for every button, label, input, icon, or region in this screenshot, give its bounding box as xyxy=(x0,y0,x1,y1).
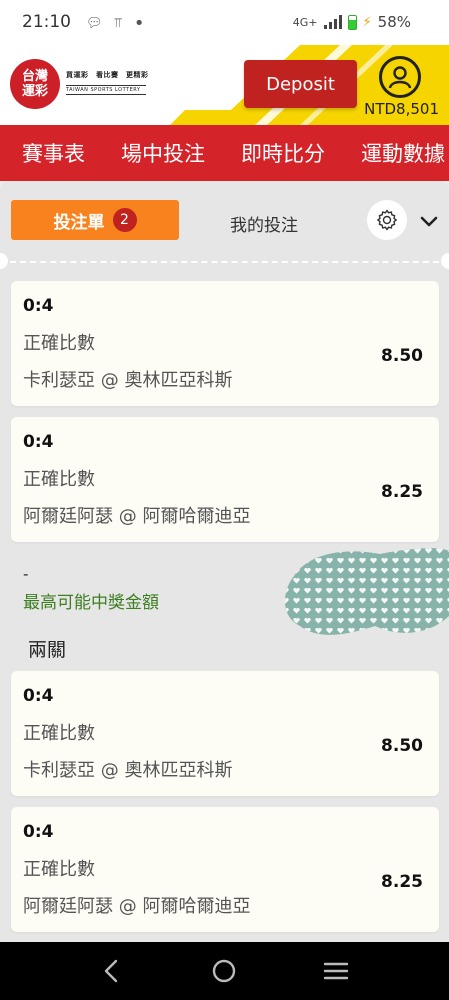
parlay-bet-card[interactable]: 0:4 正確比數 卡利瑟亞 @ 奧林匹亞科斯 8.50 xyxy=(11,671,439,796)
decorative-heart-pattern xyxy=(284,548,449,635)
bet-selection: 0:4 xyxy=(23,686,54,706)
bet-match: 阿爾廷阿瑟 @ 阿爾哈爾迪亞 xyxy=(23,506,251,527)
bet-odds: 8.50 xyxy=(381,346,423,366)
max-payout-value: - xyxy=(23,565,29,583)
brand-logo[interactable]: 台灣 運彩 xyxy=(10,59,60,109)
logo-text-2: 運彩 xyxy=(21,84,48,99)
home-icon[interactable] xyxy=(211,958,237,984)
bet-match: 卡利瑟亞 @ 奧林匹亞科斯 xyxy=(23,760,233,781)
bet-odds: 8.25 xyxy=(381,872,423,892)
chat-bubble-icon: 💬︎ xyxy=(86,16,103,31)
logo-slogan: 買運彩 看比賽 更精彩 xyxy=(66,71,149,79)
bet-selection: 0:4 xyxy=(23,296,54,316)
bet-card[interactable]: 0:4 正確比數 卡利瑟亞 @ 奧林匹亞科斯 8.50 xyxy=(11,281,439,406)
tab-bet-slip-label: 投注單 xyxy=(53,212,105,233)
slip-tabs: 投注單 2 我的投注 xyxy=(0,191,449,247)
logo-tagline: 買運彩 看比賽 更精彩 TAIWAN SPORTS LOTTERY xyxy=(66,70,149,95)
dashed-divider xyxy=(0,261,449,263)
parlay-bet-card[interactable]: 0:4 正確比數 阿爾廷阿瑟 @ 阿爾哈爾迪亞 8.25 xyxy=(11,807,439,932)
parlay-title: 兩關 xyxy=(28,639,67,661)
nav-item-live-betting[interactable]: 場中投注 xyxy=(121,138,205,168)
status-right: 4G+ ⚡︎ 58% xyxy=(293,13,411,31)
nav-item-live-scores[interactable]: 即時比分 xyxy=(241,138,325,168)
nav-item-sports-data[interactable]: 運動數據 xyxy=(361,138,445,168)
main-nav: 賽事表 場中投注 即時比分 運動數據 xyxy=(0,125,449,181)
bet-slip-panel: 投注單 2 我的投注 0:4 正確比數 卡利瑟亞 @ 奧林匹亞科斯 8.50 0… xyxy=(0,181,449,942)
bet-card[interactable]: 0:4 正確比數 阿爾廷阿瑟 @ 阿爾哈爾迪亞 8.25 xyxy=(11,417,439,542)
network-label: 4G+ xyxy=(292,15,318,29)
logo-english: TAIWAN SPORTS LOTTERY xyxy=(66,85,146,95)
usb-icon: ⫪ xyxy=(114,16,122,31)
bet-market: 正確比數 xyxy=(23,333,95,354)
dot-icon: • xyxy=(133,13,145,34)
bet-match: 阿爾廷阿瑟 @ 阿爾哈爾迪亞 xyxy=(23,896,251,917)
account-avatar[interactable] xyxy=(379,56,421,98)
divider-notch-right xyxy=(441,253,449,269)
bet-selection: 0:4 xyxy=(23,432,54,452)
bet-selection: 0:4 xyxy=(23,822,54,842)
user-icon xyxy=(388,66,412,89)
back-icon[interactable] xyxy=(100,958,124,984)
bet-market: 正確比數 xyxy=(23,723,95,744)
bet-market: 正確比數 xyxy=(23,859,95,880)
battery-percent: 58% xyxy=(377,13,411,31)
gear-icon xyxy=(377,209,397,231)
tab-my-bets[interactable]: 我的投注 xyxy=(230,211,298,236)
app-header: 台灣 運彩 買運彩 看比賽 更精彩 TAIWAN SPORTS LOTTERY … xyxy=(0,45,449,125)
tab-bet-slip[interactable]: 投注單 2 xyxy=(11,200,179,240)
logo-text-1: 台灣 xyxy=(21,69,48,84)
max-payout-label: 最高可能中獎金額 xyxy=(23,593,159,613)
account-balance: NTD8,501 xyxy=(364,100,439,118)
system-nav-bar xyxy=(0,942,449,1000)
bet-odds: 8.25 xyxy=(381,482,423,502)
settings-button[interactable] xyxy=(367,200,407,240)
recent-apps-icon[interactable] xyxy=(323,958,349,984)
bet-match: 卡利瑟亞 @ 奧林匹亞科斯 xyxy=(23,370,233,391)
bet-odds: 8.50 xyxy=(381,736,423,756)
battery-icon xyxy=(347,14,357,30)
signal-icon xyxy=(323,15,342,29)
bet-count-badge: 2 xyxy=(112,208,137,232)
charging-icon: ⚡︎ xyxy=(362,14,372,30)
notification-icons: 💬︎ ⫪ • xyxy=(86,13,145,34)
status-time: 21:10 xyxy=(22,12,71,32)
deposit-button[interactable]: Deposit xyxy=(244,60,357,108)
nav-item-schedule[interactable]: 賽事表 xyxy=(22,138,85,168)
bet-market: 正確比數 xyxy=(23,469,95,490)
status-bar: 21:10 💬︎ ⫪ • 4G+ ⚡︎ 58% xyxy=(0,0,449,45)
chevron-down-icon[interactable] xyxy=(419,211,439,231)
